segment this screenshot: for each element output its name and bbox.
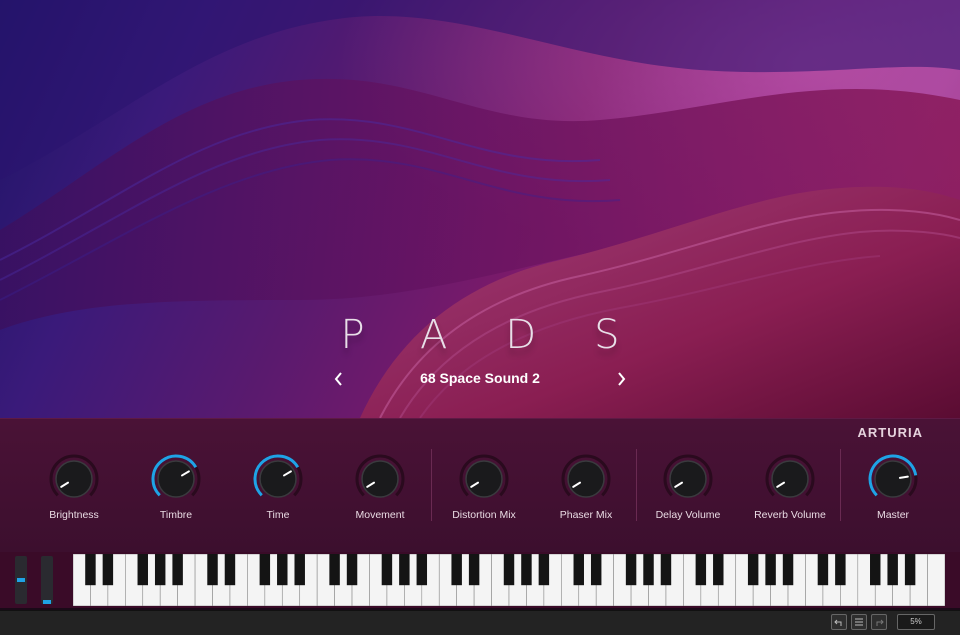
knob-label: Phaser Mix	[559, 509, 613, 521]
black-key[interactable]	[294, 554, 305, 586]
black-key[interactable]	[102, 554, 114, 586]
black-key[interactable]	[835, 554, 846, 586]
black-key[interactable]	[643, 554, 654, 586]
divider	[840, 449, 841, 521]
pitch-wheel[interactable]	[15, 556, 27, 604]
knob-dial[interactable]	[458, 453, 510, 505]
divider	[431, 449, 432, 521]
knob-body	[361, 460, 399, 498]
app-title: PADS	[340, 312, 678, 358]
cpu-meter: 5%	[897, 614, 935, 630]
black-key[interactable]	[870, 554, 881, 586]
time-knob[interactable]: Time	[238, 453, 318, 523]
knob-body	[157, 460, 195, 498]
knob-dial[interactable]	[867, 453, 919, 505]
master-knob[interactable]: Master	[853, 453, 933, 523]
black-key[interactable]	[346, 554, 358, 586]
black-key[interactable]	[416, 554, 428, 586]
knob-body	[771, 460, 809, 498]
redo-button[interactable]	[871, 614, 887, 630]
knob-body	[465, 460, 503, 498]
black-key[interactable]	[468, 554, 480, 586]
mod-wheel-marker	[43, 600, 51, 604]
black-key[interactable]	[782, 554, 794, 586]
knob-label: Master	[876, 509, 910, 521]
brand-logo: ARTURIA	[857, 425, 923, 440]
black-key[interactable]	[172, 554, 183, 586]
black-key[interactable]	[573, 554, 584, 586]
status-bar: 5%	[0, 610, 960, 635]
knob-body	[874, 460, 912, 498]
knob-dial[interactable]	[662, 453, 714, 505]
black-key[interactable]	[381, 554, 393, 586]
black-key[interactable]	[399, 554, 410, 586]
black-key[interactable]	[451, 554, 462, 586]
knob-label: Delay Volume	[655, 509, 721, 521]
knob-body	[55, 460, 93, 498]
brightness-knob[interactable]: Brightness	[34, 453, 114, 523]
undo-button[interactable]	[831, 614, 847, 630]
black-key[interactable]	[660, 554, 672, 586]
next-preset-button[interactable]	[611, 368, 631, 392]
piano-keyboard[interactable]	[73, 554, 945, 606]
black-key[interactable]	[503, 554, 515, 586]
hero-artwork: PADS 68 Space Sound 2	[0, 0, 960, 418]
undo-icon	[834, 619, 842, 626]
black-key[interactable]	[521, 554, 532, 586]
black-key[interactable]	[277, 554, 288, 586]
knob-label: Time	[266, 509, 290, 521]
black-key[interactable]	[329, 554, 340, 586]
black-key[interactable]	[904, 554, 916, 586]
black-key[interactable]	[590, 554, 602, 586]
black-key[interactable]	[137, 554, 148, 586]
knob-body	[259, 460, 297, 498]
delay-volume-knob[interactable]: Delay Volume	[648, 453, 728, 523]
knob-dial[interactable]	[354, 453, 406, 505]
black-key[interactable]	[85, 554, 96, 586]
preset-name[interactable]: 68 Space Sound 2	[330, 370, 630, 386]
knob-body	[669, 460, 707, 498]
preset-selector: 68 Space Sound 2	[0, 368, 960, 392]
knob-label: Movement	[355, 509, 405, 521]
knob-dial[interactable]	[560, 453, 612, 505]
menu-icon	[855, 618, 863, 626]
reverb-volume-knob[interactable]: Reverb Volume	[750, 453, 830, 523]
black-key[interactable]	[224, 554, 236, 586]
knob-indicator	[898, 475, 909, 479]
pitch-wheel-marker	[17, 578, 25, 582]
black-key[interactable]	[538, 554, 550, 586]
divider	[636, 449, 637, 521]
white-key[interactable]	[927, 554, 945, 606]
black-key[interactable]	[747, 554, 759, 586]
knob-dial[interactable]	[150, 453, 202, 505]
distortion-mix-knob[interactable]: Distortion Mix	[444, 453, 524, 523]
knob-label: Reverb Volume	[754, 509, 826, 521]
knob-label: Brightness	[49, 509, 99, 521]
movement-knob[interactable]: Movement	[340, 453, 420, 523]
black-key[interactable]	[695, 554, 707, 586]
history-button[interactable]	[851, 614, 867, 630]
black-key[interactable]	[817, 554, 829, 586]
black-key[interactable]	[887, 554, 898, 586]
redo-icon	[876, 619, 884, 626]
black-key[interactable]	[765, 554, 776, 586]
knob-dial[interactable]	[252, 453, 304, 505]
black-key[interactable]	[154, 554, 166, 586]
phaser-mix-knob[interactable]: Phaser Mix	[546, 453, 626, 523]
keyboard-area	[0, 552, 960, 608]
black-key[interactable]	[625, 554, 637, 586]
control-panel: ARTURIA Brightness Timbre Time Movement Dist…	[0, 418, 960, 553]
knob-body	[567, 460, 605, 498]
knob-dial[interactable]	[48, 453, 100, 505]
black-key[interactable]	[207, 554, 218, 586]
chevron-right-icon	[618, 372, 626, 386]
knob-label: Timbre	[159, 509, 193, 521]
knob-dial[interactable]	[764, 453, 816, 505]
black-key[interactable]	[713, 554, 724, 586]
mod-wheel[interactable]	[41, 556, 53, 604]
black-key[interactable]	[259, 554, 271, 586]
timbre-knob[interactable]: Timbre	[136, 453, 216, 523]
knob-label: Distortion Mix	[452, 509, 516, 521]
